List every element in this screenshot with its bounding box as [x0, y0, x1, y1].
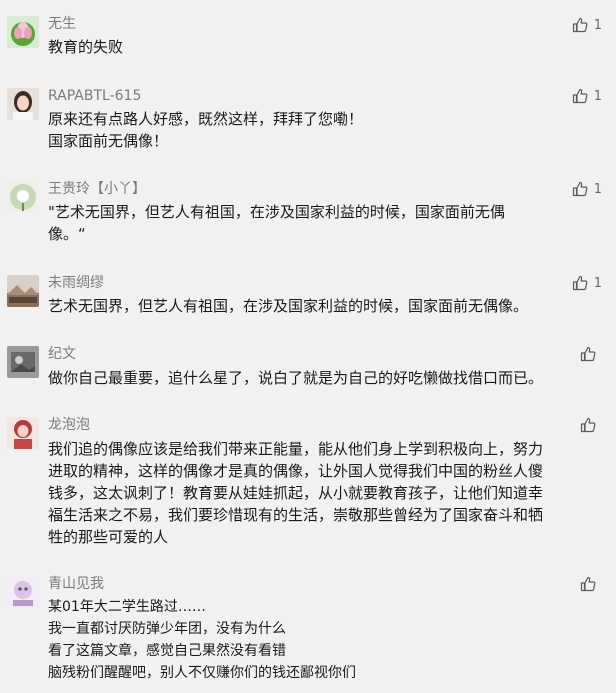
comment-text: 艺术无国界，但艺人有祖国，在涉及国家利益的时候，国家面前无偶像。	[48, 295, 608, 317]
commenter-name[interactable]: 无生	[48, 15, 76, 33]
comment-line: 我一直都讨厌防弹少年团，没有为什么	[48, 621, 286, 637]
comment-line: 国家面前无偶像！	[48, 132, 169, 150]
like-button[interactable]	[580, 416, 602, 434]
thumbs-up-icon	[572, 275, 588, 291]
comment-line: 牲的那些可爱的人	[48, 528, 169, 546]
thumbs-up-icon	[572, 17, 588, 33]
like-button[interactable]: 1	[572, 87, 602, 105]
like-count: 1	[593, 275, 602, 291]
avatar[interactable]	[7, 16, 39, 48]
avatar-landscape-icon	[7, 275, 39, 307]
comment-line: 某01年大二学生路过……	[48, 599, 206, 615]
comment-line: 像。“	[48, 225, 86, 243]
avatar-flower-icon	[7, 181, 39, 213]
comment-line: 脑残粉们醒醒吧，别人不仅赚你们的钱还鄙视你们	[48, 665, 356, 681]
commenter-name[interactable]: 青山见我	[48, 575, 104, 593]
like-button[interactable]: 1	[572, 180, 602, 198]
commenter-name[interactable]: 王贵玲【小丫】	[48, 180, 146, 198]
comment-text: "艺术无国界，但艺人有祖国，在涉及国家利益的时候，国家面前无偶 像。“	[48, 201, 608, 245]
thumbs-up-icon	[580, 417, 596, 433]
comment-line: 钱多，这太讽刺了！教育要从娃娃抓起，从小就要教育孩子，让他们知道幸	[48, 484, 544, 502]
comment-line: 进取的精神，这样的偶像才是真的偶像，让外国人觉得我们中国的粉丝人傻	[48, 462, 544, 480]
thumbs-up-icon	[580, 346, 596, 362]
thumbs-up-icon	[572, 88, 588, 104]
commenter-name[interactable]: 未雨绸缪	[48, 274, 104, 292]
comment-line: "艺术无国界，但艺人有祖国，在涉及国家利益的时候，国家面前无偶	[48, 203, 505, 221]
comment-line: 教育的失败	[48, 38, 124, 56]
comment-text: 教育的失败	[48, 36, 608, 58]
like-button[interactable]	[580, 575, 602, 593]
like-button[interactable]: 1	[572, 274, 602, 292]
comment-line: 艺术无国界，但艺人有祖国，在涉及国家利益的时候，国家面前无偶像。	[48, 297, 529, 315]
comment-text: 做你自己最重要，追什么星了，说白了就是为自己的好吃懒做找借口而已。	[48, 367, 608, 389]
like-count: 1	[593, 181, 602, 197]
avatar[interactable]	[7, 275, 39, 307]
avatar[interactable]	[7, 181, 39, 213]
commenter-name[interactable]: 纪文	[48, 345, 76, 363]
like-count: 1	[593, 88, 602, 104]
commenter-name[interactable]: 龙泡泡	[48, 416, 90, 434]
comment-line: 原来还有点路人好感，既然这样，拜拜了您嘞！	[48, 110, 364, 128]
avatar-portrait-icon	[7, 417, 39, 449]
commenter-name[interactable]: RAPABTL-615	[48, 87, 141, 105]
like-button[interactable]: 1	[572, 16, 602, 34]
comment-text: 我们追的偶像应该是给我们带来正能量，能从他们身上学到积极向上，努力 进取的精神，…	[48, 438, 608, 548]
thumbs-up-icon	[580, 576, 596, 592]
avatar[interactable]	[7, 346, 39, 378]
thumbs-up-icon	[572, 181, 588, 197]
avatar[interactable]	[7, 576, 39, 608]
comment-line: 看了这篇文章，感觉自己果然没有看错	[48, 643, 286, 659]
comment-line: 福生活来之不易，我们要珍惜现有的生活，崇敬那些曾经为了国家奋斗和牺	[48, 506, 544, 524]
comment-line: 我们追的偶像应该是给我们带来正能量，能从他们身上学到积极向上，努力	[48, 440, 544, 458]
avatar-photo-icon	[7, 346, 39, 378]
avatar[interactable]	[7, 88, 39, 120]
comment-line: 做你自己最重要，追什么星了，说白了就是为自己的好吃懒做找借口而已。	[48, 369, 544, 387]
avatar[interactable]	[7, 417, 39, 449]
like-button[interactable]	[580, 345, 602, 363]
avatar-lotus-icon	[7, 16, 39, 48]
comment-text: 某01年大二学生路过…… 我一直都讨厌防弹少年团，没有为什么 看了这篇文章，感觉…	[48, 596, 608, 684]
comment-text: 原来还有点路人好感，既然这样，拜拜了您嘞！ 国家面前无偶像！	[48, 108, 608, 152]
avatar-cartoon-icon	[7, 576, 39, 608]
avatar-portrait-icon	[7, 88, 39, 120]
like-count: 1	[593, 17, 602, 33]
